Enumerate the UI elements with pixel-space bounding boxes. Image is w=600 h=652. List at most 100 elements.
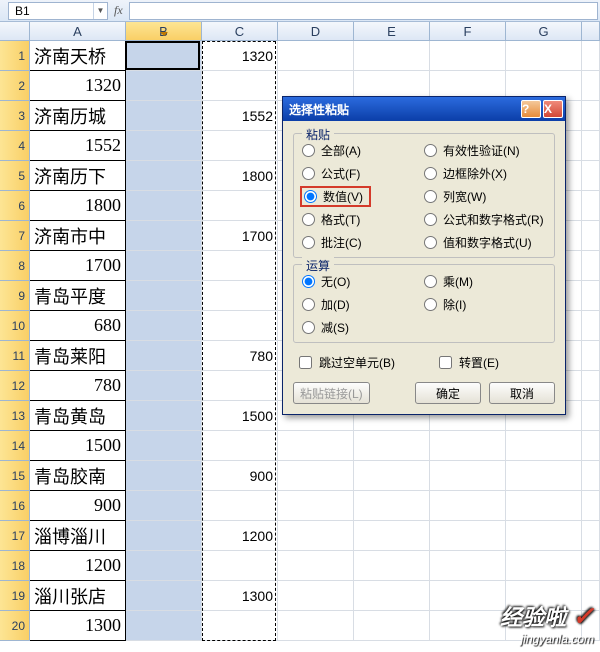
dialog-titlebar[interactable]: 选择性粘贴 ? X [283, 97, 565, 121]
cell-H17[interactable] [582, 521, 600, 551]
cancel-button[interactable]: 取消 [489, 382, 555, 404]
calc-option[interactable]: 乘(M) [424, 273, 546, 290]
cell-E14[interactable] [354, 431, 430, 461]
cell-G14[interactable] [506, 431, 582, 461]
row-header[interactable]: 10 [0, 311, 30, 341]
cell-G20[interactable] [506, 611, 582, 641]
cell-A11[interactable]: 青岛莱阳 [30, 341, 126, 371]
row-header[interactable]: 19 [0, 581, 30, 611]
paste-option[interactable]: 公式(F) [302, 165, 424, 182]
cell-C4[interactable] [202, 131, 278, 161]
paste-option[interactable]: 全部(A) [302, 142, 424, 159]
cell-C1[interactable]: 1320 [202, 41, 278, 71]
cell-A17[interactable]: 淄博淄川 [30, 521, 126, 551]
paste-radio[interactable] [424, 213, 437, 226]
cell-F15[interactable] [430, 461, 506, 491]
name-box[interactable]: B1 ▼ [8, 2, 108, 20]
cell-A13[interactable]: 青岛黄岛 [30, 401, 126, 431]
cell-D17[interactable] [278, 521, 354, 551]
cell-A1[interactable]: 济南天桥 [30, 41, 126, 71]
cell-D18[interactable] [278, 551, 354, 581]
row-header[interactable]: 11 [0, 341, 30, 371]
name-box-dropdown-icon[interactable]: ▼ [93, 3, 107, 19]
cell-C15[interactable]: 900 [202, 461, 278, 491]
calc-option[interactable]: 减(S) [302, 319, 424, 336]
row-header[interactable]: 20 [0, 611, 30, 641]
cell-B10[interactable] [126, 311, 202, 341]
cell-F19[interactable] [430, 581, 506, 611]
row-header[interactable]: 7 [0, 221, 30, 251]
cell-C13[interactable]: 1500 [202, 401, 278, 431]
cell-D16[interactable] [278, 491, 354, 521]
cell-G15[interactable] [506, 461, 582, 491]
cell-G17[interactable] [506, 521, 582, 551]
cell-C2[interactable] [202, 71, 278, 101]
cell-A18[interactable]: 1200 [30, 551, 126, 581]
cell-C9[interactable] [202, 281, 278, 311]
cell-H20[interactable] [582, 611, 600, 641]
cell-H15[interactable] [582, 461, 600, 491]
cell-F17[interactable] [430, 521, 506, 551]
cell-B17[interactable] [126, 521, 202, 551]
cell-H5[interactable] [582, 161, 600, 191]
formula-input[interactable] [129, 2, 598, 20]
paste-radio[interactable] [424, 190, 437, 203]
cell-C5[interactable]: 1800 [202, 161, 278, 191]
cell-C19[interactable]: 1300 [202, 581, 278, 611]
cell-A16[interactable]: 900 [30, 491, 126, 521]
row-header[interactable]: 15 [0, 461, 30, 491]
cell-H7[interactable] [582, 221, 600, 251]
column-header-F[interactable]: F [430, 22, 506, 41]
column-header-B[interactable]: B [126, 22, 202, 41]
cell-B20[interactable] [126, 611, 202, 641]
cell-H13[interactable] [582, 401, 600, 431]
calc-radio[interactable] [424, 275, 437, 288]
paste-radio[interactable] [424, 236, 437, 249]
close-button[interactable]: X [543, 100, 563, 118]
cell-B12[interactable] [126, 371, 202, 401]
cell-A7[interactable]: 济南市中 [30, 221, 126, 251]
cell-F1[interactable] [430, 41, 506, 71]
cell-B6[interactable] [126, 191, 202, 221]
cell-H19[interactable] [582, 581, 600, 611]
cell-B1[interactable] [126, 41, 202, 71]
cell-F16[interactable] [430, 491, 506, 521]
calc-option[interactable]: 无(O) [302, 273, 424, 290]
cell-A15[interactable]: 青岛胶南 [30, 461, 126, 491]
row-header[interactable]: 18 [0, 551, 30, 581]
calc-radio[interactable] [424, 298, 437, 311]
cell-B5[interactable] [126, 161, 202, 191]
row-header[interactable]: 12 [0, 371, 30, 401]
column-header-A[interactable]: A [30, 22, 126, 41]
cell-C6[interactable] [202, 191, 278, 221]
cell-A4[interactable]: 1552 [30, 131, 126, 161]
cell-H3[interactable] [582, 101, 600, 131]
cell-B3[interactable] [126, 101, 202, 131]
column-header-G[interactable]: G [506, 22, 582, 41]
row-header[interactable]: 17 [0, 521, 30, 551]
row-header[interactable]: 8 [0, 251, 30, 281]
cell-H10[interactable] [582, 311, 600, 341]
row-header[interactable]: 9 [0, 281, 30, 311]
cell-E17[interactable] [354, 521, 430, 551]
cell-A2[interactable]: 1320 [30, 71, 126, 101]
cell-A5[interactable]: 济南历下 [30, 161, 126, 191]
row-header[interactable]: 13 [0, 401, 30, 431]
cell-B11[interactable] [126, 341, 202, 371]
paste-radio[interactable] [424, 167, 437, 180]
cell-H4[interactable] [582, 131, 600, 161]
cell-B16[interactable] [126, 491, 202, 521]
cell-G18[interactable] [506, 551, 582, 581]
paste-radio[interactable] [302, 167, 315, 180]
calc-radio[interactable] [302, 275, 315, 288]
cell-C18[interactable] [202, 551, 278, 581]
row-header[interactable]: 6 [0, 191, 30, 221]
cell-A20[interactable]: 1300 [30, 611, 126, 641]
cell-A8[interactable]: 1700 [30, 251, 126, 281]
cell-E20[interactable] [354, 611, 430, 641]
paste-radio[interactable] [302, 213, 315, 226]
paste-option[interactable]: 边框除外(X) [424, 165, 546, 182]
column-header-H[interactable] [582, 22, 600, 41]
paste-option[interactable]: 有效性验证(N) [424, 142, 546, 159]
cell-C3[interactable]: 1552 [202, 101, 278, 131]
